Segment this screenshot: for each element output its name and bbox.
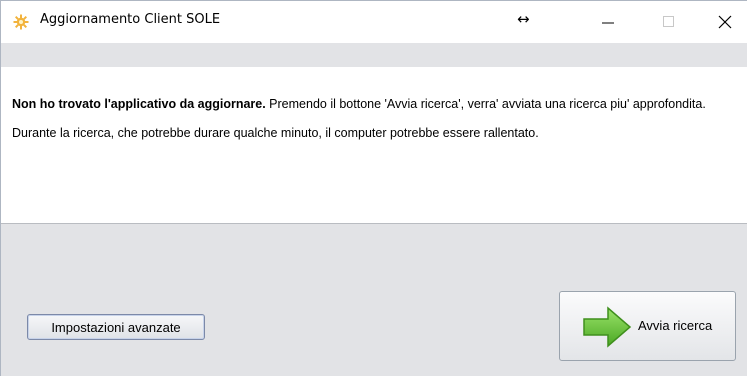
- green-right-arrow-icon: [582, 306, 632, 348]
- start-search-button[interactable]: Avvia ricerca: [559, 291, 736, 361]
- message-bold-lead: Non ho trovato l'applicativo da aggiorna…: [12, 97, 266, 111]
- title-bar[interactable]: Aggiornamento Client SOLE ↔: [1, 1, 747, 43]
- message-line-1: Non ho trovato l'applicativo da aggiorna…: [12, 96, 747, 113]
- message-line-2: Durante la ricerca, che potrebbe durare …: [12, 126, 539, 140]
- minimize-button[interactable]: [585, 1, 631, 43]
- message-lead-rest: Premendo il bottone 'Avvia ricerca', ver…: [265, 97, 706, 111]
- advanced-settings-button[interactable]: Impostazioni avanzate: [27, 314, 205, 340]
- start-search-label: Avvia ricerca: [638, 318, 713, 333]
- header-strip: [1, 43, 747, 67]
- dialog-window: Aggiornamento Client SOLE ↔ Non ho trova…: [0, 0, 747, 376]
- window-title: Aggiornamento Client SOLE: [40, 12, 221, 27]
- close-icon: [718, 15, 732, 29]
- button-panel: Impostazioni avanzate Avvia ricerca: [1, 224, 747, 376]
- gear-sun-icon: [13, 14, 29, 30]
- minimize-icon: [602, 22, 614, 24]
- maximize-icon: [663, 16, 674, 27]
- maximize-button[interactable]: [646, 1, 692, 43]
- resize-icon: ↔: [517, 10, 530, 28]
- close-button[interactable]: [702, 1, 747, 43]
- message-panel: Non ho trovato l'applicativo da aggiorna…: [1, 67, 747, 224]
